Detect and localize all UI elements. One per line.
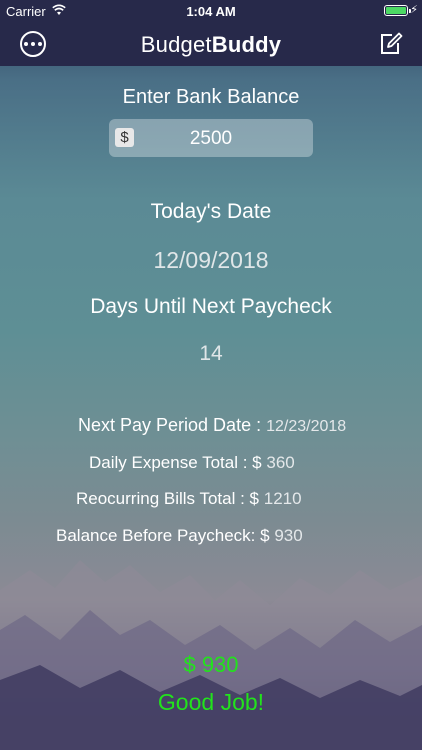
days-until-paycheck-label: Days Until Next Paycheck [90, 295, 332, 318]
recurring-bills-value: 1210 [263, 489, 302, 508]
todays-date-label: Today's Date [150, 200, 272, 223]
balance-before-paycheck-label: Balance Before Paycheck: $ [56, 526, 270, 545]
app-title-bold: Buddy [211, 32, 282, 57]
recurring-bills-label: Reocurring Bills Total : $ [76, 489, 259, 508]
result-message: Good Job! [157, 689, 265, 715]
app-title-regular: Budget [140, 32, 212, 57]
daily-expense-label: Daily Expense Total : $ [89, 453, 262, 472]
navigation-bar: BudgetBuddy [0, 22, 422, 66]
next-pay-period-label: Next Pay Period Date : [78, 415, 262, 435]
bank-balance-value: 2500 [189, 128, 233, 149]
todays-date-value: 12/09/2018 [153, 247, 269, 273]
bank-balance-input[interactable]: $ 2500 [109, 119, 313, 157]
balance-before-paycheck-value: 930 [274, 526, 303, 545]
bolt-icon: ⚡ [410, 4, 418, 16]
battery-level-fill [386, 7, 406, 14]
next-pay-period-value: 12/23/2018 [266, 418, 347, 435]
app-title: BudgetBuddy [0, 32, 422, 58]
balance-before-paycheck-row: Balance Before Paycheck: $ 930 [56, 526, 303, 546]
daily-expense-row: Daily Expense Total : $ 360 [89, 453, 295, 473]
status-bar: Carrier 1:04 AM ⚡ [0, 0, 422, 22]
next-pay-period-row: Next Pay Period Date : 12/23/2018 [78, 415, 346, 436]
compose-icon[interactable] [378, 31, 404, 57]
recurring-bills-row: Reocurring Bills Total : $ 1210 [76, 489, 302, 509]
daily-expense-value: 360 [266, 453, 295, 472]
app-screen: Carrier 1:04 AM ⚡ BudgetBuddy Enter Bank… [0, 0, 422, 750]
bank-balance-label: Enter Bank Balance [122, 86, 300, 108]
result-amount: $ 930 [183, 652, 239, 677]
clock: 1:04 AM [186, 4, 236, 19]
days-until-paycheck-value: 14 [199, 342, 223, 365]
battery-full-icon [384, 5, 411, 16]
